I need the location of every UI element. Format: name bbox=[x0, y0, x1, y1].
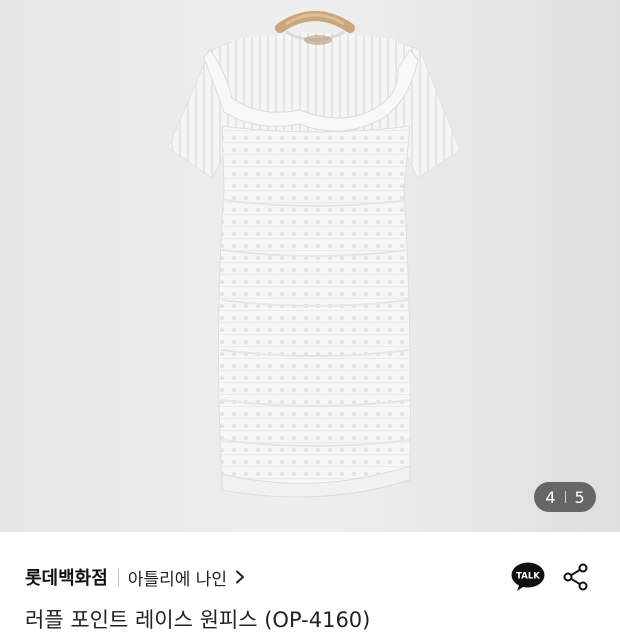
product-info: 롯데백화점 아틀리에 나인 TALK 러플 포인트 레이스 원피스 (OP-41… bbox=[0, 532, 620, 632]
brand-name: 롯데백화점 bbox=[25, 568, 108, 589]
image-counter: 4 5 bbox=[534, 482, 596, 512]
share-icon[interactable] bbox=[562, 563, 590, 591]
seller-link[interactable]: 롯데백화점 아틀리에 나인 bbox=[25, 562, 245, 592]
talk-badge-label: TALK bbox=[516, 572, 540, 582]
shop-name: 아틀리에 나인 bbox=[127, 569, 228, 590]
chevron-right-icon bbox=[235, 570, 245, 584]
counter-divider bbox=[564, 491, 566, 503]
hanger bbox=[275, 11, 355, 33]
product-title: 러플 포인트 레이스 원피스 (OP-4160) bbox=[25, 608, 371, 632]
product-image-gallery[interactable]: 4 5 bbox=[0, 0, 620, 532]
product-photo bbox=[167, 11, 461, 498]
counter-total: 5 bbox=[574, 487, 585, 507]
brand-divider bbox=[117, 568, 119, 586]
kakaotalk-chat-icon[interactable]: TALK bbox=[511, 562, 545, 592]
counter-current: 4 bbox=[545, 487, 556, 507]
